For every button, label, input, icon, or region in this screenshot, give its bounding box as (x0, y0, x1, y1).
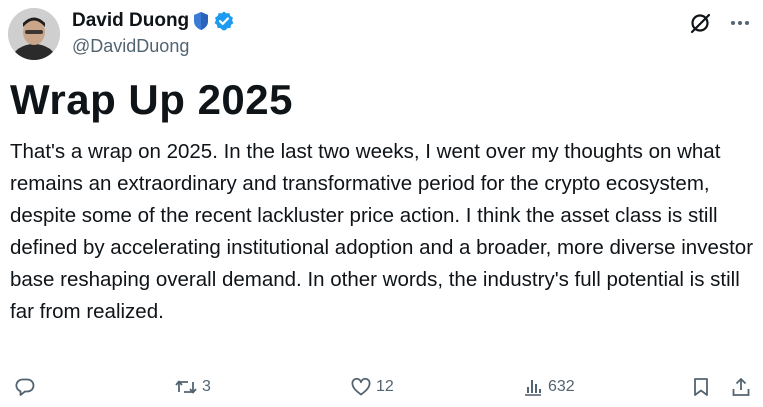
grok-icon[interactable] (687, 10, 713, 36)
view-count: 632 (548, 378, 575, 395)
reply-icon (14, 376, 36, 398)
repost-button[interactable]: 3 (174, 370, 211, 404)
repost-icon (174, 376, 198, 398)
views-chart-icon (522, 376, 544, 398)
heart-icon (350, 376, 372, 398)
author-name-row: David Duong (72, 8, 235, 34)
post-top-actions (687, 10, 753, 36)
reply-button[interactable] (14, 370, 40, 404)
post-title: Wrap Up 2025 (10, 76, 293, 123)
post-body: That's a wrap on 2025. In the last two w… (10, 140, 754, 323)
repost-count: 3 (202, 378, 211, 395)
shield-icon (193, 11, 209, 31)
author-avatar[interactable] (8, 8, 60, 60)
views-button[interactable]: 632 (522, 370, 575, 404)
author-name[interactable]: David Duong (72, 10, 189, 32)
like-button[interactable]: 12 (350, 370, 394, 404)
author-handle[interactable]: @DavidDuong (72, 36, 189, 57)
bookmark-button[interactable] (690, 370, 712, 404)
verified-badge-icon[interactable] (213, 10, 235, 32)
more-options-icon[interactable] (727, 10, 753, 36)
share-button[interactable] (730, 370, 752, 404)
post-action-bar: 3 12 632 (0, 370, 763, 404)
like-count: 12 (376, 378, 394, 395)
bookmark-icon (690, 376, 712, 398)
share-icon (730, 376, 752, 398)
